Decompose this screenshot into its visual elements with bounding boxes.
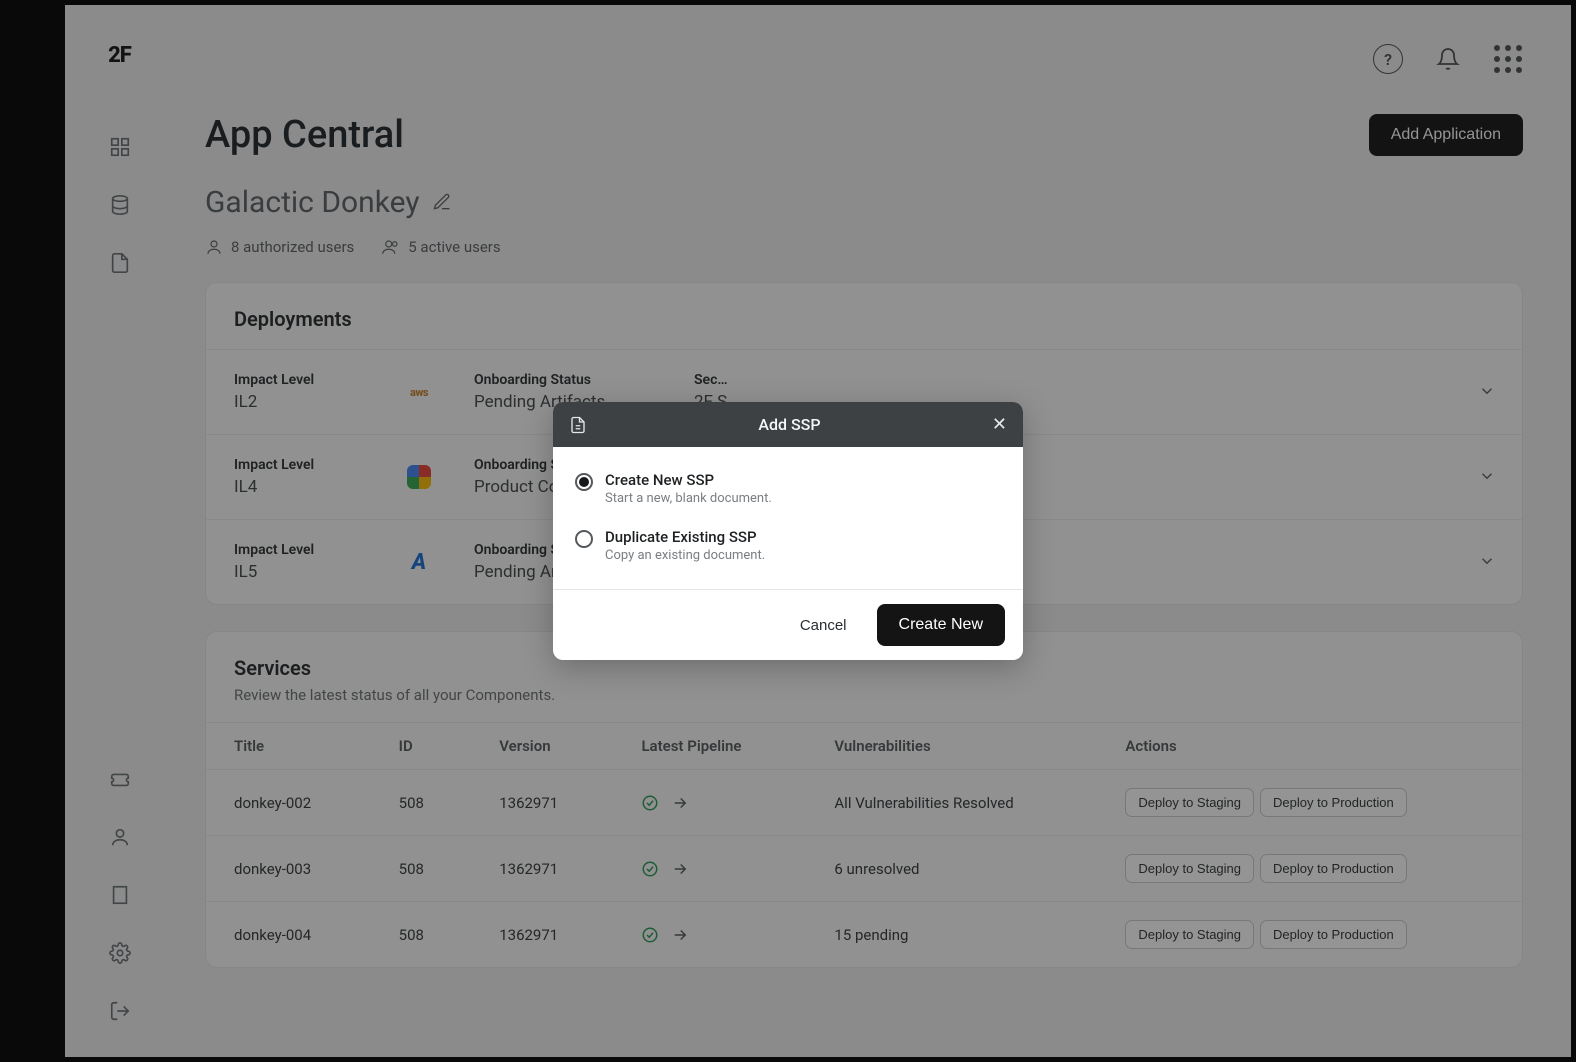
radio-duplicate[interactable]: Duplicate Existing SSP Copy an existing …	[575, 528, 1001, 563]
document-icon	[569, 416, 587, 434]
modal-body: Create New SSP Start a new, blank docume…	[553, 447, 1023, 589]
create-new-button[interactable]: Create New	[877, 604, 1005, 646]
modal-header: Add SSP ✕	[553, 402, 1023, 447]
close-icon[interactable]: ✕	[992, 414, 1007, 435]
radio-texts: Create New SSP Start a new, blank docume…	[605, 471, 772, 506]
cancel-button[interactable]: Cancel	[784, 604, 863, 646]
radio-title: Duplicate Existing SSP	[605, 528, 765, 546]
radio-subtitle: Copy an existing document.	[605, 548, 765, 563]
add-ssp-modal: Add SSP ✕ Create New SSP Start a new, bl…	[553, 402, 1023, 660]
radio-icon	[575, 473, 593, 491]
modal-title: Add SSP	[599, 415, 980, 434]
modal-footer: Cancel Create New	[553, 589, 1023, 660]
radio-texts: Duplicate Existing SSP Copy an existing …	[605, 528, 765, 563]
radio-title: Create New SSP	[605, 471, 772, 489]
radio-create-new[interactable]: Create New SSP Start a new, blank docume…	[575, 471, 1001, 506]
radio-subtitle: Start a new, blank document.	[605, 491, 772, 506]
radio-icon	[575, 530, 593, 548]
